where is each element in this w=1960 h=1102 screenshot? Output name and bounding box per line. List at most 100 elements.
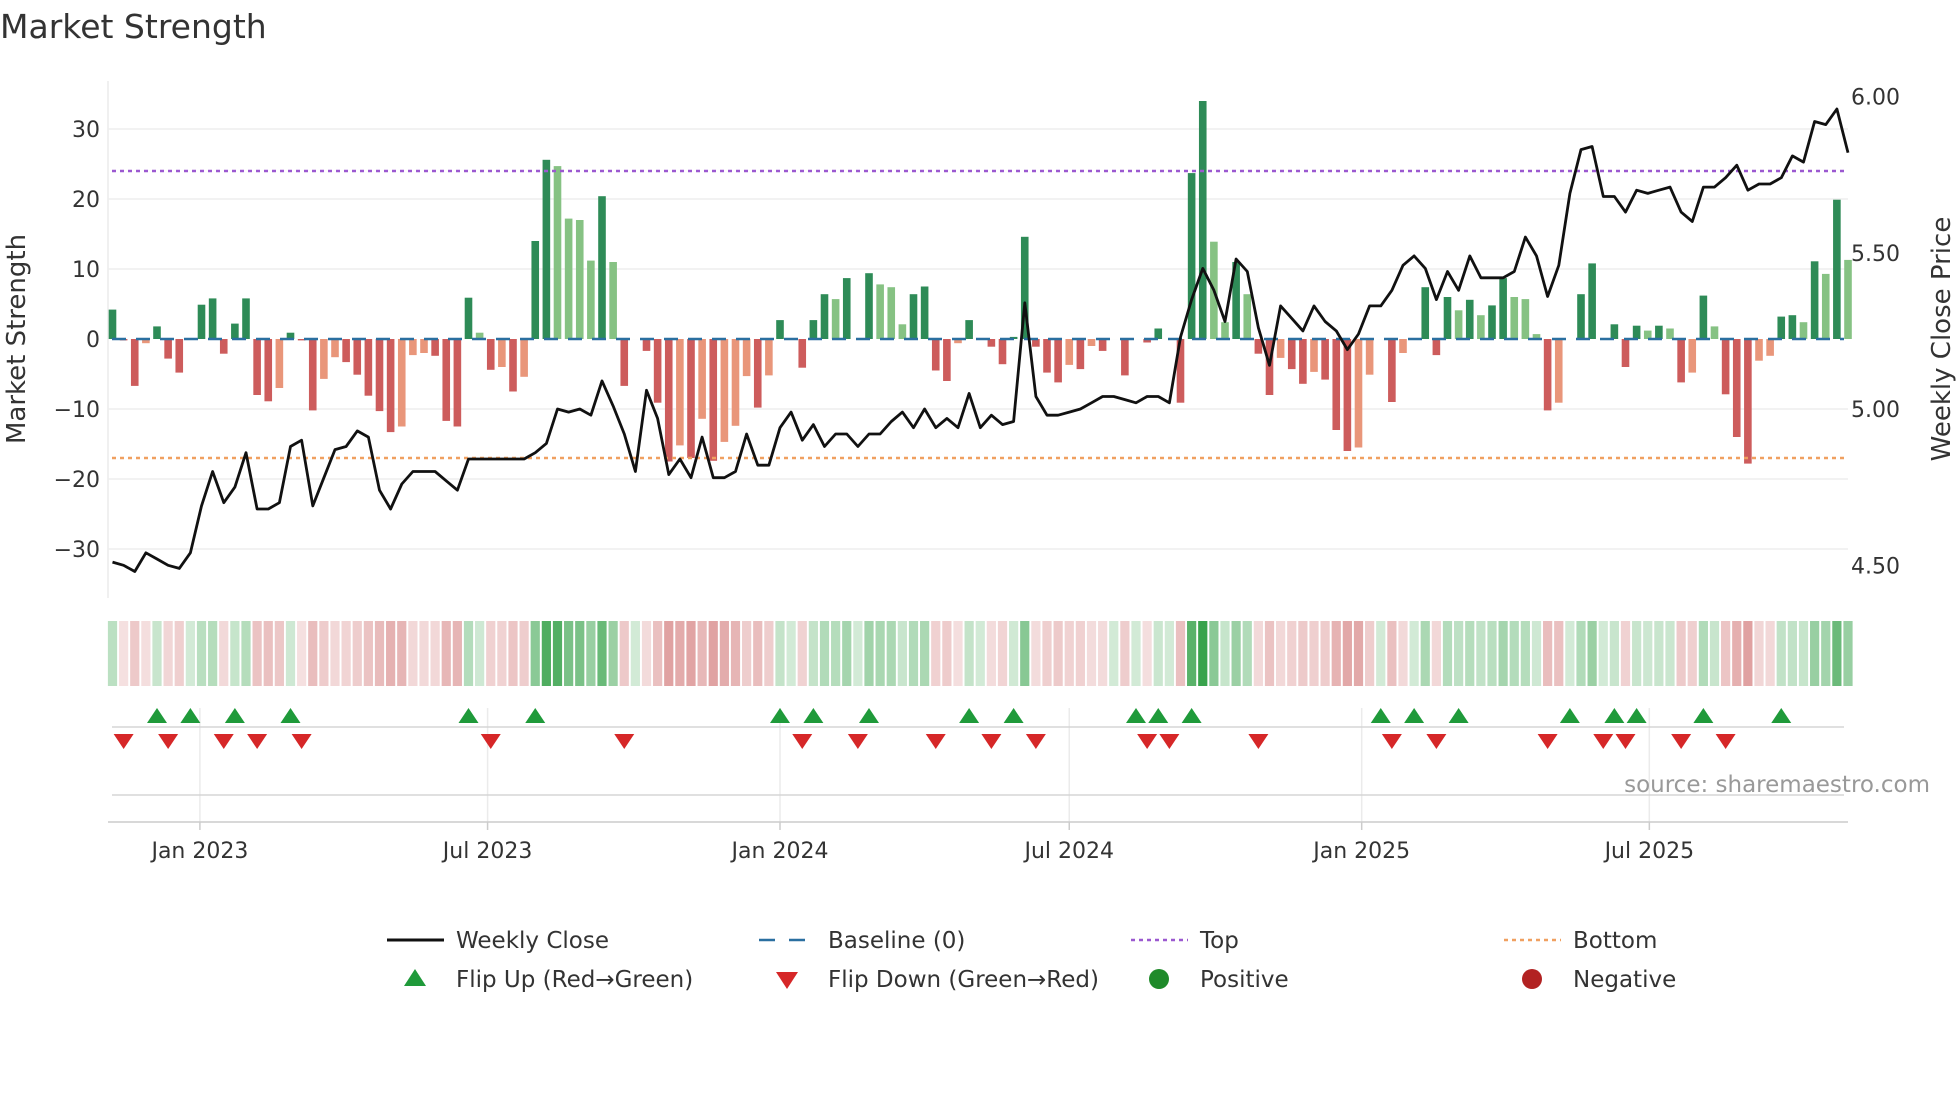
- market-strength-chart: Market Strength −30 −20 −10 0 10 20 30 4.50 5.0…: [0, 7, 1957, 993]
- heat-cell: [285, 621, 296, 686]
- strength-bar: [865, 273, 873, 339]
- heat-cell: [486, 621, 496, 686]
- heat-cell: [419, 621, 429, 686]
- heat-cell: [897, 621, 907, 686]
- strength-bar: [1365, 339, 1374, 375]
- heat-cell: [1220, 621, 1230, 686]
- legend-label: Negative: [1573, 967, 1676, 993]
- heat-cell: [586, 621, 596, 686]
- strength-bar: [1299, 339, 1307, 384]
- strength-bar: [842, 278, 851, 339]
- heat-cell: [1209, 621, 1219, 686]
- legend-triangle-down-icon: [776, 972, 798, 989]
- strength-bar: [353, 339, 362, 375]
- strength-bar: [386, 339, 395, 433]
- legend-label: Baseline (0): [828, 928, 965, 954]
- flip-down-marker: [925, 734, 946, 749]
- strength-bar: [1454, 310, 1463, 339]
- heat-cell: [1120, 621, 1130, 686]
- heat-cell: [986, 621, 996, 686]
- strength-bar: [1443, 297, 1452, 339]
- strength-bar: [1677, 339, 1685, 383]
- strength-bar: [1399, 339, 1407, 353]
- heat-cell: [185, 621, 195, 686]
- heat-cell: [608, 621, 618, 686]
- strength-bar: [498, 339, 506, 367]
- heat-cell: [619, 621, 629, 686]
- strength-bar: [531, 241, 540, 339]
- flip-up-marker: [224, 708, 245, 723]
- heat-cell: [508, 621, 518, 686]
- flip-down-marker: [1159, 734, 1180, 749]
- heat-cell: [1654, 621, 1664, 686]
- flip-down-marker: [1248, 734, 1269, 749]
- heat-cell: [1721, 621, 1731, 686]
- heat-cell: [1709, 621, 1720, 686]
- heat-cell: [475, 621, 485, 686]
- heat-cell: [1009, 621, 1019, 686]
- heat-cell: [908, 621, 919, 686]
- heat-cell: [230, 621, 240, 686]
- x-tick-label: Jan 2023: [149, 839, 248, 864]
- strength-bar: [1844, 259, 1852, 339]
- heat-cell: [753, 621, 763, 686]
- heat-cell: [1342, 621, 1352, 686]
- strength-bar: [1755, 339, 1763, 361]
- heat-cell: [141, 621, 151, 686]
- heat-cell: [519, 621, 529, 686]
- strength-bar: [1343, 339, 1352, 451]
- heat-cell: [864, 621, 874, 686]
- heat-cell: [1565, 621, 1575, 686]
- heat-cell: [1743, 621, 1753, 686]
- heat-cell: [1276, 621, 1286, 686]
- heat-cell: [1487, 621, 1497, 686]
- strength-bar: [609, 262, 617, 339]
- flip-up-marker: [1404, 708, 1425, 723]
- legend-label: Top: [1199, 928, 1239, 954]
- heat-cell: [1331, 621, 1341, 686]
- flip-down-marker: [158, 734, 179, 749]
- heat-cell: [1520, 621, 1530, 686]
- heat-cell: [1576, 621, 1586, 686]
- heat-cell: [630, 621, 640, 686]
- heat-cell: [1053, 621, 1063, 686]
- heat-cell: [886, 621, 896, 686]
- strength-bar: [664, 339, 673, 462]
- strength-bar: [1465, 299, 1474, 339]
- strength-bar: [1833, 199, 1841, 339]
- heat-cell: [1187, 621, 1197, 686]
- heat-cell: [374, 621, 385, 686]
- heat-cell: [575, 621, 585, 686]
- heat-cell: [1754, 621, 1764, 686]
- heat-cell: [1242, 621, 1252, 686]
- heat-cell: [1142, 621, 1152, 686]
- heat-cell: [853, 621, 863, 686]
- strength-bar: [1543, 339, 1552, 411]
- strength-bar: [1499, 278, 1507, 339]
- strength-bar: [1521, 299, 1530, 339]
- heat-cell: [274, 621, 284, 686]
- heat-cell: [397, 621, 407, 686]
- heat-cell: [1632, 621, 1642, 686]
- flip-up-marker: [1181, 708, 1202, 723]
- strength-bar: [909, 294, 918, 339]
- strength-bar: [364, 339, 373, 396]
- strength-bar: [1432, 339, 1441, 356]
- heat-cell: [708, 621, 718, 686]
- x-tick-label: Jul 2023: [441, 839, 533, 864]
- flip-down-marker: [480, 734, 501, 749]
- strength-bar: [943, 339, 951, 381]
- heat-cell: [196, 621, 207, 686]
- strength-bar: [1098, 339, 1107, 351]
- strength-bar: [1187, 173, 1196, 339]
- heat-cell: [997, 621, 1008, 686]
- heat-cell: [1543, 621, 1553, 686]
- heat-cell: [1810, 621, 1820, 686]
- heat-cell: [808, 621, 818, 686]
- strength-bar: [1287, 339, 1296, 370]
- y-tick-label: −10: [54, 398, 100, 423]
- strength-bar: [1321, 339, 1329, 380]
- strength-bar: [1043, 339, 1051, 373]
- strength-bar: [753, 339, 762, 408]
- heat-cell: [530, 621, 540, 686]
